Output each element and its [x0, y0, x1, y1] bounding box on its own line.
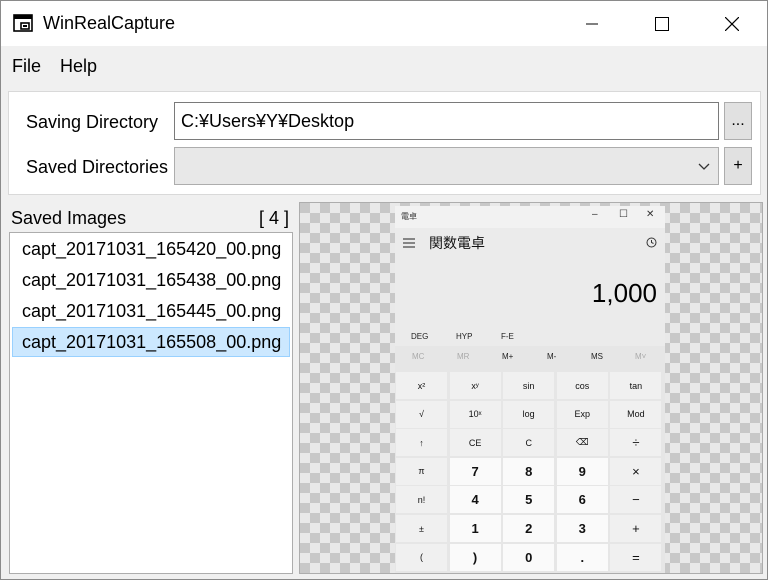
calc-button: log	[503, 400, 555, 428]
calc-button: 7	[449, 457, 501, 485]
calc-button: =	[610, 543, 662, 571]
add-directory-button[interactable]: +	[724, 147, 752, 185]
list-item-selected[interactable]: capt_20171031_165508_00.png	[12, 327, 290, 357]
calc-button: xʸ	[449, 372, 501, 399]
calc-button: x²	[396, 372, 447, 399]
list-item[interactable]: capt_20171031_165420_00.png	[12, 234, 290, 264]
calc-button: C	[503, 429, 555, 457]
maximize-button[interactable]	[639, 1, 685, 46]
calc-button: Mod	[610, 400, 662, 428]
list-item[interactable]: capt_20171031_165445_00.png	[12, 296, 290, 326]
calc-mem-list: M˅	[635, 352, 647, 361]
calc-button-grid: x² xʸ sin cos tan √ 10ˣ log Exp Mod ↑ CE C ⌫ ÷ π 7 8 9 × n! 4…	[396, 372, 664, 572]
calc-button: )	[449, 543, 501, 571]
calc-button: sin	[503, 372, 555, 399]
calc-title-bar: 電卓 – ☐ ✕	[395, 206, 665, 228]
calc-button: Exp	[556, 400, 608, 428]
close-button[interactable]	[709, 1, 755, 46]
saved-images-count: [ 4 ]	[259, 208, 290, 228]
calc-button: cos	[556, 372, 608, 399]
calc-button: 1	[449, 515, 501, 542]
hamburger-icon	[403, 238, 415, 248]
app-icon	[13, 14, 33, 32]
calc-display: 1,000	[591, 278, 657, 308]
app-window: WinRealCapture File Help Saving Director…	[0, 0, 768, 580]
browse-button[interactable]: ...	[724, 102, 752, 140]
calc-close-icon: ✕	[646, 209, 655, 220]
calc-mode-title: 関数電卓	[429, 235, 485, 251]
calc-button: 6	[556, 486, 608, 514]
saving-directory-input[interactable]: C:¥Users¥Y¥Desktop	[174, 102, 719, 140]
maximize-icon	[655, 16, 669, 31]
calc-memory-row: MC MR M+ M- MS M˅	[395, 352, 665, 372]
calc-angle-row: DEG HYP F-E	[395, 332, 665, 352]
calc-button: 5	[503, 486, 555, 514]
saved-images-label: Saved Images	[11, 208, 127, 228]
calc-button: n!	[396, 486, 447, 514]
calc-button: 3	[556, 515, 608, 542]
window-title: WinRealCapture	[43, 13, 176, 33]
preview-calculator-screenshot: 電卓 – ☐ ✕ 関数電卓 1,000 DEG HYP F-E MC MR M+…	[395, 206, 665, 573]
calc-button: +	[610, 515, 662, 542]
minimize-button[interactable]	[569, 1, 615, 46]
calc-button: tan	[610, 372, 662, 399]
minimize-icon	[586, 23, 598, 24]
image-preview: 電卓 – ☐ ✕ 関数電卓 1,000 DEG HYP F-E MC MR M+…	[299, 202, 763, 574]
calc-button: CE	[449, 429, 501, 457]
calc-header: 関数電卓 1,000 DEG HYP F-E	[395, 228, 665, 346]
calc-angle-hyp: HYP	[456, 332, 473, 341]
calc-button: ×	[610, 457, 662, 485]
chevron-down-icon	[698, 163, 710, 170]
calc-button: −	[610, 486, 662, 514]
title-bar: WinRealCapture	[1, 1, 767, 46]
calc-button: 10ˣ	[449, 400, 501, 428]
calc-button: .	[556, 543, 608, 571]
list-item[interactable]: capt_20171031_165438_00.png	[12, 265, 290, 295]
directory-panel: Saving Directory C:¥Users¥Y¥Desktop ... …	[8, 91, 761, 195]
calc-button: 8	[503, 457, 555, 485]
calc-maximize-icon: ☐	[619, 209, 628, 220]
calc-button: ±	[396, 515, 447, 542]
history-icon	[646, 237, 657, 248]
saving-directory-label: Saving Directory	[26, 112, 159, 132]
calc-button: 4	[449, 486, 501, 514]
calc-mem-mminus: M-	[547, 352, 557, 361]
calc-mem-mr: MR	[457, 352, 470, 361]
calc-button: π	[396, 457, 447, 485]
menu-file[interactable]: File	[12, 56, 41, 77]
saved-images-list[interactable]: capt_20171031_165420_00.png capt_2017103…	[9, 232, 293, 574]
calc-minimize-icon: –	[592, 209, 598, 220]
calc-mem-mplus: M+	[502, 352, 514, 361]
calc-button: ↑	[396, 429, 447, 457]
calc-button: ⌫	[556, 429, 608, 457]
calc-mem-ms: MS	[591, 352, 603, 361]
calc-button: √	[396, 400, 447, 428]
calc-angle-fe: F-E	[501, 332, 514, 341]
menu-bar: File Help	[1, 46, 767, 86]
calc-mem-mc: MC	[412, 352, 425, 361]
calc-button: (	[396, 543, 447, 571]
saved-directories-combo[interactable]	[174, 147, 719, 185]
calc-angle-deg: DEG	[411, 332, 429, 341]
menu-help[interactable]: Help	[60, 56, 97, 77]
close-icon	[725, 16, 739, 31]
calc-button: 0	[503, 543, 555, 571]
calc-button: 2	[503, 515, 555, 542]
calc-button: 9	[556, 457, 608, 485]
calc-title: 電卓	[401, 212, 417, 221]
saved-directories-label: Saved Directories	[26, 157, 169, 177]
calc-button: ÷	[610, 429, 662, 457]
